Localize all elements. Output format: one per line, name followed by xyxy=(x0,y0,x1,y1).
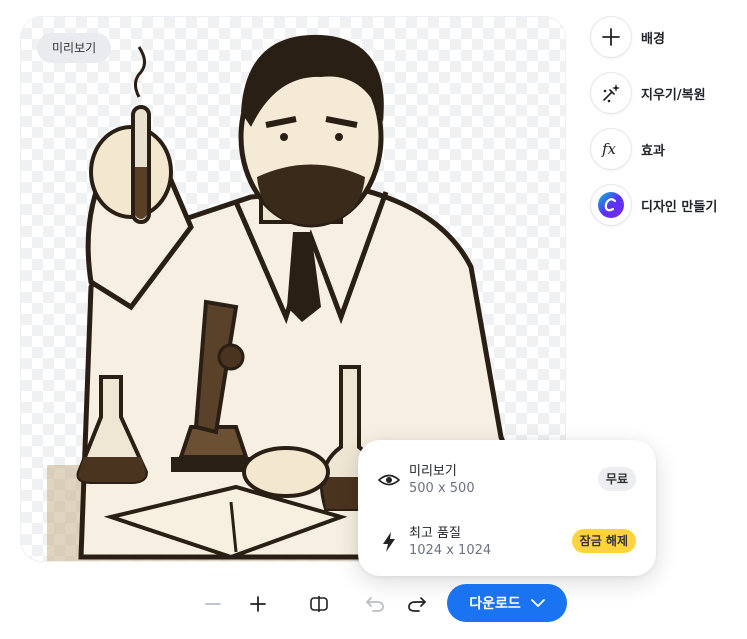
minus-icon xyxy=(205,603,221,605)
download-option-preview[interactable]: 미리보기 500 x 500 무료 xyxy=(358,450,656,508)
option-title: 최고 품질 xyxy=(409,526,461,541)
chevron-down-icon xyxy=(530,599,545,607)
redo-icon xyxy=(408,597,426,612)
option-size: 500 x 500 xyxy=(409,481,475,496)
option-size: 1024 x 1024 xyxy=(409,543,492,558)
preview-badge: 미리보기 xyxy=(37,33,112,63)
compare-icon xyxy=(310,596,328,612)
eye-icon xyxy=(377,469,401,491)
zoom-out-button[interactable] xyxy=(198,589,228,619)
unlock-badge: 잠금 해제 xyxy=(571,529,636,553)
magic-eraser-icon xyxy=(590,72,632,114)
tool-label: 효과 xyxy=(641,143,665,159)
undo-button[interactable] xyxy=(360,589,390,619)
lightning-icon xyxy=(378,531,400,553)
undo-icon xyxy=(366,597,384,612)
erase-restore-tool[interactable]: 지우기/복원 xyxy=(590,72,706,114)
fx-icon: fx xyxy=(590,128,632,170)
effects-tool[interactable]: fx 효과 xyxy=(590,128,665,170)
plus-icon xyxy=(590,16,632,58)
plus-icon xyxy=(250,596,266,612)
canva-logo-icon xyxy=(590,184,632,226)
tool-label: 배경 xyxy=(641,31,665,47)
zoom-in-button[interactable] xyxy=(243,589,273,619)
free-badge: 무료 xyxy=(597,467,636,491)
option-title: 미리보기 xyxy=(409,464,457,479)
download-option-hd[interactable]: 최고 품질 1024 x 1024 잠금 해제 xyxy=(358,512,656,570)
redo-button[interactable] xyxy=(402,589,432,619)
create-design-tool[interactable]: 디자인 만들기 xyxy=(590,184,717,226)
download-button[interactable]: 다운로드 xyxy=(447,584,567,622)
tool-label: 디자인 만들기 xyxy=(641,199,718,215)
tool-label: 지우기/복원 xyxy=(641,87,706,103)
compare-button[interactable] xyxy=(304,589,334,619)
background-tool[interactable]: 배경 xyxy=(590,16,665,58)
download-label: 다운로드 xyxy=(469,596,521,612)
download-options-popover: 미리보기 500 x 500 무료 최고 품질 1024 x 1024 잠금 해… xyxy=(358,440,656,576)
svg-text:fx: fx xyxy=(601,140,617,158)
